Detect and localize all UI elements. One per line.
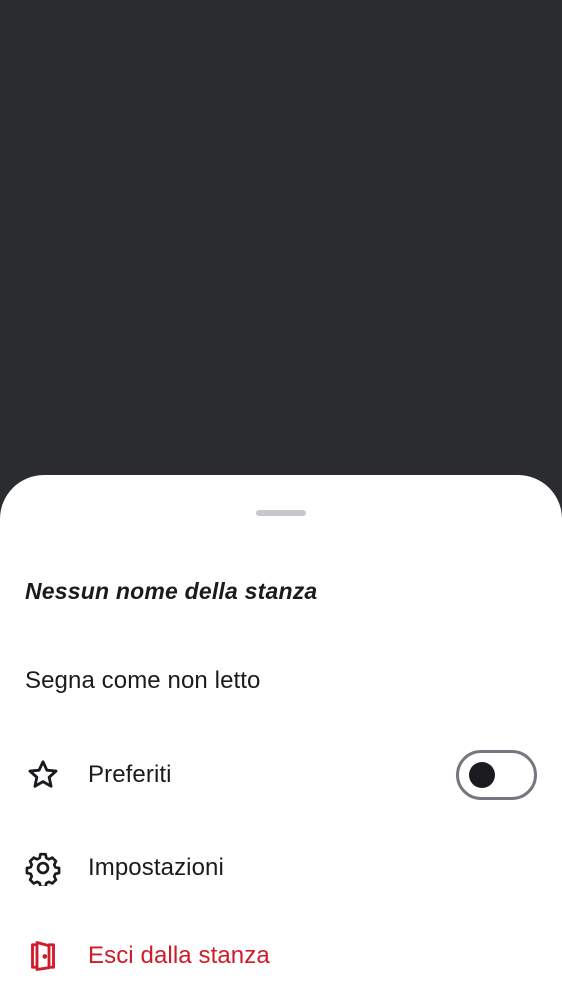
favorites-item[interactable]: Preferiti (0, 740, 562, 810)
gear-icon (25, 850, 61, 886)
settings-label: Impostazioni (88, 854, 224, 881)
leave-room-label: Esci dalla stanza (88, 942, 270, 969)
toggle-knob (469, 762, 495, 788)
leave-door-icon (25, 938, 61, 974)
drag-handle[interactable] (256, 510, 306, 516)
leave-room-item[interactable]: Esci dalla stanza (0, 921, 562, 991)
room-options-bottom-sheet: Nessun nome della stanza Segna come non … (0, 475, 562, 1000)
favorites-toggle[interactable] (456, 750, 537, 800)
room-name-title: Nessun nome della stanza (25, 578, 318, 604)
mark-as-unread-label: Segna come non letto (25, 667, 261, 694)
favorites-label: Preferiti (88, 761, 172, 788)
mark-as-unread-item[interactable]: Segna come non letto (0, 646, 562, 716)
star-outline-icon (25, 757, 61, 793)
settings-item[interactable]: Impostazioni (0, 833, 562, 903)
